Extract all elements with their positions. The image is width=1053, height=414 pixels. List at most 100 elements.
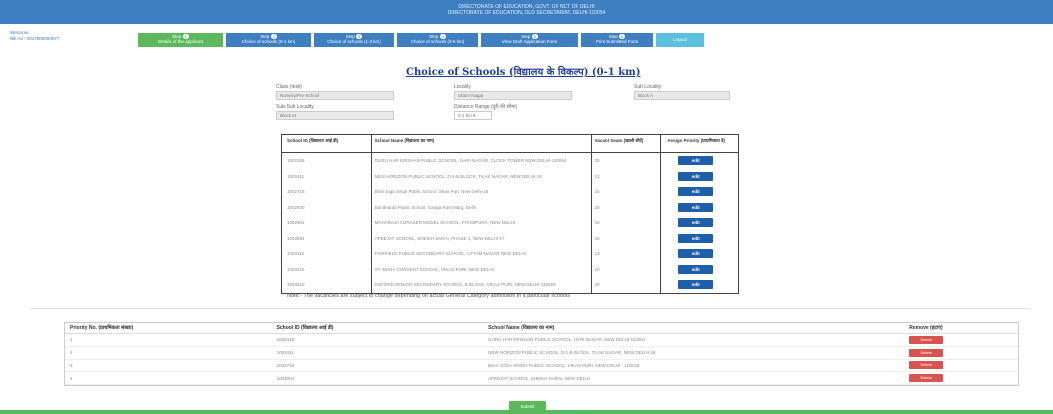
welcome-block: Welcome Nlk Ao : 2017000000077 [10,30,59,42]
school-id: 1002901 [282,215,372,231]
school-name: GURU HAR KRISHAN PUBLIC SCHOOL, HARI NAG… [488,337,646,343]
school-name: GURU HAR KRISHAN PUBLIC SCHOOL, HARI NAG… [372,153,592,169]
class-field: Nursery/Pre-School [276,91,394,100]
school-id: 1002830 [282,199,372,215]
table-row: 1002830 Bal Bharati Public School, Ganga… [282,199,738,215]
priority-no: 4 [70,375,73,381]
table-row: 1002718 Bhai Joga Singh Public School, V… [282,184,738,200]
priority-table-header: Priority No. (प्राथमिकता संख्या) School … [65,323,1018,334]
table-row: 1003112 FAIRFIELD PUBLIC SECONDARY SCHOO… [282,246,738,262]
locality-label: Locality [454,84,471,90]
school-name: Bal Bharati Public School, Ganga Ram Mar… [372,199,592,215]
vacant-seats: 20 [592,199,662,215]
col-assign-priority: Assign Priority (प्राथमिकता दें) [667,138,725,143]
edit-button[interactable]: edit [678,264,714,274]
step-4-tab[interactable]: Step 4 Choice of schools (3-6 km) [397,33,478,47]
school-name: MAHARAJA AGRASEN MODEL SCHOOL, PITAMPURA… [372,215,592,231]
school-id: 1003310 [282,277,372,293]
school-name: BHAI JOGA SINGH PUBLIC SCHOOL, VIKAS PUR… [488,362,640,368]
delete-button[interactable]: Delete [909,335,944,344]
school-id: 1002345 [282,153,372,169]
table-row: 2 1002411 NEW HORIZON PUBLIC SCHOOL, D-1… [65,347,1018,360]
priority-table: Priority No. (प्राथमिकता संख्या) School … [64,322,1019,387]
edit-button[interactable]: edit [678,280,714,290]
school-name: NEW HORIZON PUBLIC SCHOOL, D-1-B BLOCK, … [372,168,592,184]
edit-button[interactable]: edit [678,233,714,243]
table-row: 4 1003004 APEEJAY SCHOOL, SHEIKH SARAI, … [65,372,1018,386]
subsub-locality-filter: Sub-Sub Locality Block M [276,104,394,120]
school-id: 1003215 [282,261,372,277]
school-name: Bhai Joga Singh Public School, Vikas Pur… [372,184,592,200]
school-id: 1002718 [282,184,372,200]
edit-button[interactable]: edit [678,202,714,212]
sublocality-label: Sub Locality [634,84,662,90]
distance-filter: Distance Range (दूरी की सीमा) 0-1 km ▾ [454,104,572,120]
step-6-tab[interactable]: Step 6 Print Submitted Form [581,33,653,47]
locality-field: Uttam Nagar [454,91,572,100]
step-5-tab[interactable]: Step 5 View Draft Application Form [481,33,578,47]
school-name: APEEJAY SCHOOL, SHEIKH SARAI, PHASE-1, N… [372,230,592,246]
table-row: 1002411 NEW HORIZON PUBLIC SCHOOL, D-1-B… [282,168,738,184]
priority-no: 3 [70,362,73,368]
step-2-tab[interactable]: Step 2 Choice of schools (0-1 km) [226,33,311,47]
vacant-seats: 15 [592,184,662,200]
col-remove: Remove (हटाएं) [909,325,943,331]
subsub-locality-label: Sub-Sub Locality [276,104,314,110]
vacant-seats: 10 [592,261,662,277]
distance-select[interactable]: 0-1 km ▾ [454,111,492,120]
school-name: FAIRFIELD PUBLIC SECONDARY SCHOOL, UTTAM… [372,246,592,262]
edit-button[interactable]: edit [678,156,714,166]
school-id: 1002345 [276,337,295,343]
table-row: 1003310 OXFORD SENIOR SECONDARY SCHOOL, … [282,277,738,293]
vacant-seats: 18 [592,215,662,231]
school-id: 1002411 [282,168,372,184]
col-school-name: School Name (विद्यालय का नाम) [372,135,592,152]
step-label: Choice of schools (3-6 km) [410,39,465,44]
col-school-id: School ID (विद्यालय आई डी) [282,135,372,152]
vacant-seats: 12 [592,246,662,262]
step-3-tab[interactable]: Step 3 Choice of schools (1-3 km) [314,33,394,47]
edit-button[interactable]: edit [678,218,714,228]
locality-filter: Locality Uttam Nagar [454,84,572,100]
school-id: 1003004 [276,375,295,381]
step-1-tab[interactable]: Step 1 Details of the applicant [138,33,223,47]
distance-value: 0-1 km [458,113,472,118]
submit-button[interactable]: Submit [509,401,546,412]
delete-button[interactable]: Delete [909,374,944,383]
col-school-name: School Name (विद्यालय का नाम) [488,325,555,331]
edit-button[interactable]: edit [678,249,714,259]
logout-tab[interactable]: Logout [656,33,704,47]
edit-button[interactable]: edit [678,187,714,197]
page-title: Choice of Schools (विद्यालय के विकल्प) (… [406,67,641,78]
vacant-seats: 40 [592,277,662,293]
table-row: 1003004 APEEJAY SCHOOL, SHEIKH SARAI, PH… [282,230,738,246]
school-id: 1003112 [282,246,372,262]
school-id: 1002411 [276,350,294,356]
step-label: Print Submitted Form [595,39,639,44]
vacancy-note: Note:- The vacancies are subject to chan… [287,293,571,299]
edit-button[interactable]: edit [678,171,714,181]
header-line-2: DIRECTORATE OF EDUCATION, OLD SECRETARIA… [447,10,606,16]
delete-button[interactable]: Delete [909,348,944,357]
table-row: 1002345 GURU HAR KRISHAN PUBLIC SCHOOL, … [282,153,738,169]
table-row: 3 1002718 BHAI JOGA SINGH PUBLIC SCHOOL,… [65,360,1018,373]
priority-no: 2 [70,350,73,356]
delete-button[interactable]: Delete [909,361,944,370]
distance-label: Distance Range (दूरी की सीमा) [454,104,518,110]
step-label: Details of the applicant [157,39,204,44]
sublocality-field: Block A [634,91,730,100]
table-row: 1002901 MAHARAJA AGRASEN MODEL SCHOOL, P… [282,215,738,231]
school-name: OXFORD SENIOR SECONDARY SCHOOL, B BLOCK,… [372,277,592,293]
col-vacant-seats: Vacant Seats (खाली सीटें) [592,135,662,152]
col-school-id: School ID (विद्यालय आई डी) [276,325,334,331]
step-label: Choice of schools (1-3 km) [327,39,381,44]
priority-no: 1 [70,337,73,343]
col-priority-no: Priority No. (प्राथमिकता संख्या) [70,325,134,331]
school-choice-table: School ID (विद्यालय आई डी) School Name (… [281,134,739,294]
school-id: 1002718 [276,362,295,368]
school-name: NEW HORIZON PUBLIC SCHOOL, D-1-B BLOCK, … [488,350,656,356]
subsub-locality-field: Block M [276,111,394,120]
school-name: APEEJAY SCHOOL, SHEIKH SARAI, NEW DELHI [488,375,590,381]
vacant-seats: 25 [592,153,662,169]
sublocality-filter: Sub Locality Block A [634,84,730,100]
